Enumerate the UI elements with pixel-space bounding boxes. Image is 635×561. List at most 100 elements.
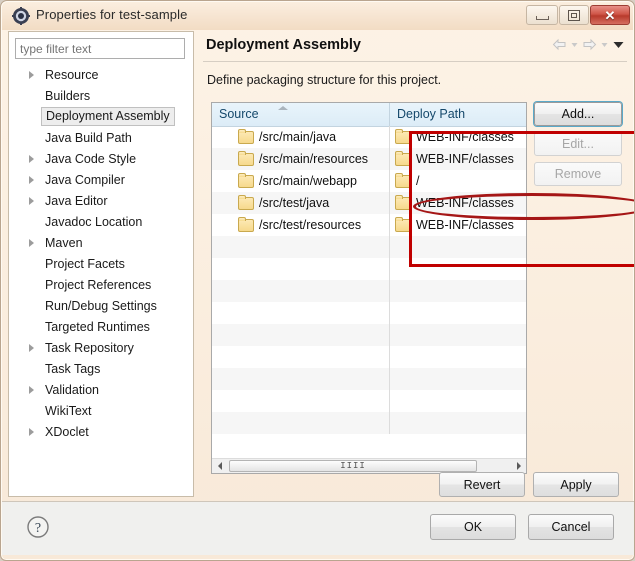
sidebar-item-deployment-assembly[interactable]: Deployment Assembly [9,107,193,128]
cell-text: /src/test/resources [259,214,361,236]
sidebar-item-java-code-style[interactable]: Java Code Style [9,149,193,170]
cell-source: /src/test/java [212,192,390,214]
cell-deploy-path: WEB-INF/classes [390,126,526,148]
forward-arrow-icon[interactable] [582,38,597,56]
dialog-footer: ? OK Cancel [2,501,635,555]
sidebar-item-java-build-path[interactable]: Java Build Path [9,128,193,149]
cell-source: /src/main/resources [212,148,390,170]
scroll-left-button[interactable] [212,459,227,473]
table-row[interactable]: /src/test/java WEB-INF/classes [212,192,526,214]
folder-icon [395,175,411,188]
sidebar-item-wikitext[interactable]: WikiText [9,401,193,422]
table-row[interactable]: /src/main/resources WEB-INF/classes [212,148,526,170]
sidebar-item-validation[interactable]: Validation [9,380,193,401]
cell-text: WEB-INF/classes [416,148,514,170]
settings-tree: Resource Builders Deployment Assembly Ja… [9,65,193,443]
table-row-empty [212,236,526,258]
cell-deploy-path: WEB-INF/classes [390,192,526,214]
folder-icon [238,175,254,188]
ok-button[interactable]: OK [430,514,516,540]
cell-text: /src/main/java [259,126,336,148]
sidebar-item-label: Builders [45,89,90,103]
add-button[interactable]: Add... [534,102,622,126]
sidebar-item-task-tags[interactable]: Task Tags [9,359,193,380]
cell-source: /src/test/resources [212,214,390,236]
button-label: Add... [562,107,595,121]
revert-button[interactable]: Revert [439,472,525,497]
sidebar-item-label: Run/Debug Settings [45,299,157,313]
button-label: Cancel [552,520,591,534]
sidebar-item-label: XDoclet [45,425,89,439]
filter-input[interactable] [15,38,185,59]
chevron-right-icon[interactable] [29,239,34,247]
horizontal-scrollbar[interactable]: IIII [212,458,526,473]
sidebar-item-maven[interactable]: Maven [9,233,193,254]
folder-icon [395,153,411,166]
sidebar-item-label: Java Build Path [45,131,132,145]
column-header-deploy-path[interactable]: Deploy Path [390,103,526,126]
deployment-assembly-page: Deployment Assembly [201,31,629,497]
column-header-source[interactable]: Source [212,103,390,126]
minimize-button[interactable] [526,5,558,25]
sidebar-item-java-compiler[interactable]: Java Compiler [9,170,193,191]
sidebar-item-javadoc-location[interactable]: Javadoc Location [9,212,193,233]
maximize-button[interactable] [559,5,589,25]
chevron-right-icon[interactable] [29,386,34,394]
apply-button[interactable]: Apply [533,472,619,497]
table-row-empty [212,346,526,368]
sidebar-item-project-references[interactable]: Project References [9,275,193,296]
scrollbar-thumb[interactable]: IIII [229,460,477,472]
chevron-right-icon[interactable] [29,155,34,163]
chevron-right-icon[interactable] [29,71,34,79]
sidebar-item-project-facets[interactable]: Project Facets [9,254,193,275]
view-menu-icon[interactable] [612,38,625,56]
back-arrow-icon[interactable] [552,38,567,56]
sidebar-item-builders[interactable]: Builders [9,86,193,107]
table-row[interactable]: /src/main/webapp / [212,170,526,192]
cell-text: /src/test/java [259,192,329,214]
sidebar-item-label: Project References [45,278,151,292]
help-question-icon[interactable]: ? [26,515,50,539]
sidebar-item-run-debug-settings[interactable]: Run/Debug Settings [9,296,193,317]
back-dropdown-icon[interactable] [570,38,579,56]
cell-text: WEB-INF/classes [416,192,514,214]
table-row[interactable]: /src/test/resources WEB-INF/classes [212,214,526,236]
button-label: OK [464,520,482,534]
title-bar[interactable]: Properties for test-sample ✕ [2,2,633,30]
sidebar-item-label: Resource [45,68,99,82]
sidebar-item-task-repository[interactable]: Task Repository [9,338,193,359]
chevron-right-icon[interactable] [29,197,34,205]
sidebar-item-label: Validation [45,383,99,397]
cancel-button[interactable]: Cancel [528,514,614,540]
forward-dropdown-icon[interactable] [600,38,609,56]
table-row[interactable]: /src/main/java WEB-INF/classes [212,126,526,148]
scrollbar-grip: IIII [340,462,366,471]
chevron-right-icon[interactable] [29,176,34,184]
table-row-empty [212,368,526,390]
dialog-body: Resource Builders Deployment Assembly Ja… [8,31,629,523]
sidebar-item-targeted-runtimes[interactable]: Targeted Runtimes [9,317,193,338]
table-row-empty [212,324,526,346]
window-title: Properties for test-sample [36,7,187,22]
sidebar-item-java-editor[interactable]: Java Editor [9,191,193,212]
title-divider [203,61,627,62]
sidebar-item-label: Maven [45,236,83,250]
chevron-right-icon[interactable] [29,344,34,352]
settings-tree-panel: Resource Builders Deployment Assembly Ja… [8,31,194,497]
sidebar-item-label: WikiText [45,404,92,418]
close-icon: ✕ [605,9,616,22]
sidebar-item-xdoclet[interactable]: XDoclet [9,422,193,443]
sidebar-item-label: Task Tags [45,362,100,376]
sidebar-item-label: Java Compiler [45,173,125,187]
sidebar-item-label: Javadoc Location [45,215,142,229]
chevron-right-icon[interactable] [29,428,34,436]
close-button[interactable]: ✕ [590,5,630,25]
column-header-label: Source [219,107,259,121]
sidebar-item-label: Java Code Style [45,152,136,166]
scrollbar-track[interactable]: IIII [227,459,511,473]
button-label: Edit... [562,137,594,151]
sidebar-item-resource[interactable]: Resource [9,65,193,86]
sidebar-item-label: Task Repository [45,341,134,355]
table-row-empty [212,412,526,434]
scroll-right-button[interactable] [511,459,526,473]
